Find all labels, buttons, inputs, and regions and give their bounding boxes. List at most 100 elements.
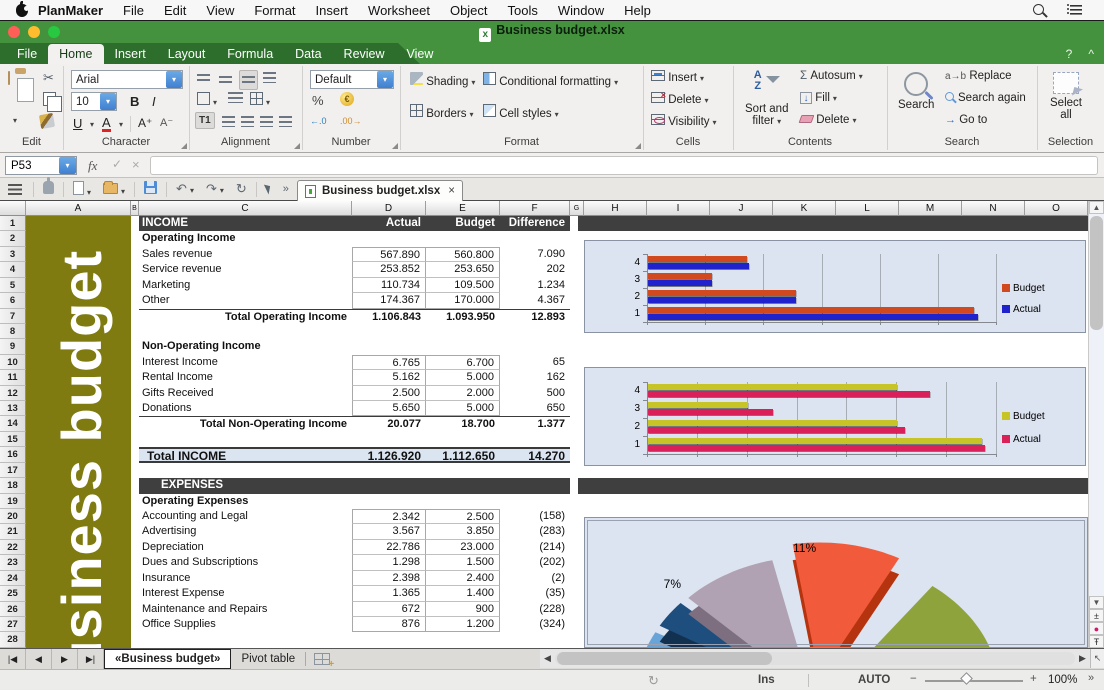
touch-mode-button[interactable] <box>37 177 60 197</box>
section-title-row[interactable]: Non-Operating Income <box>139 339 570 354</box>
column-header-L[interactable]: L <box>836 201 899 216</box>
borders-button[interactable]: Borders ▾ <box>410 104 474 120</box>
zoom-slider-thumb[interactable] <box>960 672 973 685</box>
font-color-button[interactable]: A <box>102 116 111 132</box>
table-row[interactable]: Marketing 110.734 109.500 1.234 <box>139 277 570 294</box>
ribbon-tab-file[interactable]: File <box>6 43 48 64</box>
total-row[interactable]: Total Non-Operating Income 20.077 18.700 1.… <box>139 416 570 431</box>
chevron-down-icon[interactable]: ▾ <box>377 71 393 88</box>
repeat-button[interactable]: ↻ <box>230 181 253 197</box>
merge-cells-button[interactable]: ▾ <box>250 92 270 108</box>
vertical-scrollbar[interactable]: ▲ ▼ ± ● Ŧ <box>1088 201 1104 648</box>
column-header-G[interactable]: G <box>570 201 584 216</box>
search-button[interactable]: Search <box>898 72 934 111</box>
table-row[interactable]: Service revenue 253.852 253.650 202 <box>139 262 570 278</box>
ribbon-tab-data[interactable]: Data <box>284 43 332 64</box>
table-row[interactable]: Dues and Subscriptions 1.298 1.500 (202) <box>139 555 570 571</box>
column-headers[interactable]: ABCDEFGHIJKLMNO <box>26 201 1088 216</box>
wrap-text-button[interactable] <box>228 92 243 106</box>
row-header-9[interactable]: 9 <box>0 339 26 355</box>
chevron-down-icon[interactable]: ▾ <box>213 98 217 107</box>
column-header-E[interactable]: E <box>426 201 500 216</box>
column-header-H[interactable]: H <box>584 201 647 216</box>
percent-format-button[interactable]: % <box>312 93 324 108</box>
save-button[interactable] <box>138 181 163 197</box>
row-header-21[interactable]: 21 <box>0 524 26 540</box>
dialog-launcher-number[interactable] <box>392 143 398 149</box>
undo-button[interactable]: ↶ ▾ <box>170 181 200 197</box>
new-document-button[interactable]: ▾ <box>67 180 97 198</box>
empty-row[interactable] <box>139 432 570 447</box>
menu-window[interactable]: Window <box>548 3 614 18</box>
chevron-down-icon[interactable]: ▾ <box>190 186 194 195</box>
spotlight-search-icon[interactable] <box>1033 3 1044 15</box>
toolbar-more-icon[interactable]: » <box>277 183 295 195</box>
zoom-in-icon[interactable]: + <box>1030 673 1037 685</box>
add-decimal-button[interactable]: .00→ <box>340 116 362 126</box>
split-window-button[interactable]: ± <box>1089 609 1104 622</box>
copy-button[interactable] <box>43 92 62 112</box>
chevron-down-icon[interactable]: ▾ <box>166 71 182 88</box>
add-sheet-icon[interactable] <box>314 653 334 670</box>
dialog-launcher-format[interactable] <box>635 143 641 149</box>
ribbon-help-icon[interactable]: ? <box>1066 47 1073 61</box>
justify-button[interactable] <box>279 116 292 130</box>
scroll-left-icon[interactable]: ◀ <box>540 649 555 668</box>
menu-tools[interactable]: Tools <box>498 3 548 18</box>
row-header-17[interactable]: 17 <box>0 462 26 479</box>
scroll-right-icon[interactable]: ▶ <box>1075 649 1090 668</box>
row-header-11[interactable]: 11 <box>0 370 26 386</box>
table-row[interactable]: Accounting and Legal 2.342 2.500 (158) <box>139 509 570 525</box>
remove-decimal-button[interactable]: ←.0 <box>310 116 327 126</box>
menu-format[interactable]: Format <box>244 3 305 18</box>
row-header-14[interactable]: 14 <box>0 416 26 432</box>
freeze-panes-button[interactable]: Ŧ <box>1089 635 1104 648</box>
shrink-font-button[interactable]: A⁻ <box>160 116 173 129</box>
font-size-select[interactable]: 10 ▾ <box>71 92 117 111</box>
row-header-15[interactable]: 15 <box>0 431 26 448</box>
chevron-down-icon[interactable]: ▾ <box>87 188 91 197</box>
table-row[interactable]: Donations 5.650 5.000 650 <box>139 401 570 417</box>
vertical-scrollbar-thumb[interactable] <box>1090 216 1103 330</box>
goto-button[interactable]: → Go to <box>945 114 987 126</box>
expenses-header-row[interactable]: EXPENSES <box>139 478 570 494</box>
zoom-level[interactable]: 100% <box>1048 674 1077 686</box>
number-format-select[interactable]: Default ▾ <box>310 70 394 89</box>
column-header-M[interactable]: M <box>899 201 962 216</box>
menu-insert[interactable]: Insert <box>306 3 359 18</box>
row-header-8[interactable]: 8 <box>0 323 26 340</box>
sheet-tab-pivot-table[interactable]: Pivot table <box>231 649 305 669</box>
row-header-7[interactable]: 7 <box>0 308 26 324</box>
menu-view[interactable]: View <box>196 3 244 18</box>
scroll-up-icon[interactable]: ▲ <box>1089 201 1104 214</box>
table-row[interactable]: Office Supplies 876 1.200 (324) <box>139 616 570 633</box>
row-header-6[interactable]: 6 <box>0 293 26 309</box>
table-row[interactable]: Depreciation 22.786 23.000 (214) <box>139 539 570 556</box>
conditional-formatting-button[interactable]: Conditional formatting ▾ <box>483 72 618 88</box>
column-header-I[interactable]: I <box>647 201 710 216</box>
cell-frame-button[interactable]: ▾ <box>197 92 217 108</box>
last-sheet-icon[interactable]: ▶| <box>78 649 104 669</box>
ribbon-collapse-icon[interactable]: ^ <box>1088 47 1094 61</box>
table-row[interactable]: Rental Income 5.162 5.000 162 <box>139 370 570 386</box>
chevron-down-icon[interactable]: ▾ <box>220 186 224 195</box>
table-row[interactable]: Sales revenue 567.890 560.800 7.090 <box>139 246 570 263</box>
ribbon-tab-review[interactable]: Review <box>333 43 396 64</box>
row-header-24[interactable]: 24 <box>0 570 26 587</box>
column-header-N[interactable]: N <box>962 201 1025 216</box>
table-row[interactable]: Interest Expense 1.365 1.400 (35) <box>139 586 570 602</box>
search-again-button[interactable]: Search again <box>945 92 1026 104</box>
bold-button[interactable]: B <box>130 94 139 109</box>
ribbon-tab-insert[interactable]: Insert <box>104 43 157 64</box>
table-row[interactable]: Insurance 2.398 2.400 (2) <box>139 570 570 587</box>
formula-input[interactable] <box>150 156 1098 175</box>
row-header-27[interactable]: 27 <box>0 616 26 633</box>
table-row[interactable]: Advertising 3.567 3.850 (283) <box>139 524 570 540</box>
zoom-out-icon[interactable]: − <box>910 673 917 685</box>
column-header-A[interactable]: A <box>26 201 131 216</box>
row-header-2[interactable]: 2 <box>0 231 26 247</box>
empty-row[interactable] <box>139 324 570 339</box>
row-header-10[interactable]: 10 <box>0 354 26 371</box>
horizontal-scrollbar-thumb[interactable] <box>557 652 772 665</box>
select-all-corner[interactable] <box>0 201 26 216</box>
